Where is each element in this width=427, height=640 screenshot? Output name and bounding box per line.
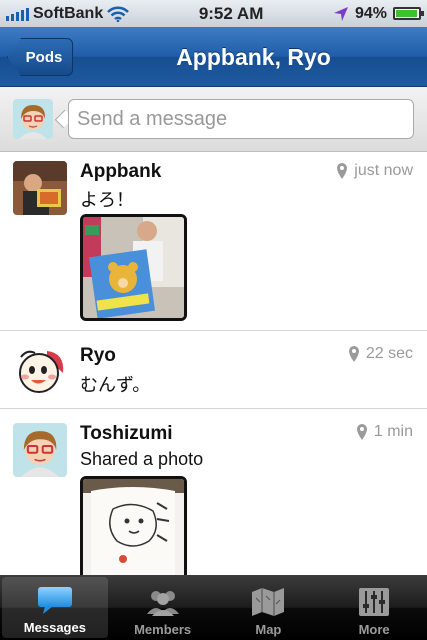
- list-item[interactable]: Appbank よろ！ just now: [0, 152, 427, 331]
- back-button[interactable]: Pods: [7, 38, 73, 76]
- map-icon: [252, 588, 285, 616]
- tab-map[interactable]: Map: [216, 575, 322, 640]
- post-text: よろ！: [80, 190, 134, 210]
- post-time-label: 22 sec: [365, 345, 413, 362]
- cartoon-avatar-icon: [13, 99, 53, 139]
- back-button-label: Pods: [25, 48, 63, 66]
- tab-members[interactable]: Members: [110, 575, 216, 640]
- post-author[interactable]: Ryo: [80, 345, 116, 367]
- signal-icon: [6, 7, 29, 21]
- post-text: Shared a photo: [80, 449, 204, 469]
- post-time: just now: [336, 162, 413, 180]
- sliders-icon: [359, 588, 390, 616]
- user-photo-icon: [13, 161, 67, 215]
- status-left: SoftBank: [6, 4, 130, 23]
- message-input[interactable]: Send a message: [68, 99, 414, 139]
- cartoon-avatar-icon: [13, 423, 67, 477]
- message-feed[interactable]: Appbank よろ！ just now Ryo むんず。 22 sec Tos…: [0, 152, 427, 575]
- status-right: 94%: [333, 4, 424, 23]
- post-photo[interactable]: [80, 214, 187, 321]
- post-time: 22 sec: [348, 345, 413, 363]
- avatar: [13, 423, 67, 477]
- battery-fill: [395, 10, 417, 17]
- wifi-icon: [107, 6, 130, 22]
- tab-label: More: [358, 622, 390, 637]
- avatar: [13, 99, 53, 139]
- list-item[interactable]: Ryo むんず。 22 sec: [0, 331, 427, 409]
- battery-percent: 94%: [354, 4, 387, 22]
- status-bar: SoftBank 9:52 AM 94%: [0, 0, 427, 27]
- message-placeholder: Send a message: [77, 107, 228, 130]
- nav-bar: Pods Appbank, Ryo: [0, 27, 427, 87]
- post-time-label: 1 min: [373, 423, 413, 440]
- location-pin-icon: [348, 346, 359, 362]
- carrier-label: SoftBank: [33, 4, 104, 22]
- tab-messages[interactable]: Messages: [2, 577, 108, 638]
- photo-thumbnail-icon: [83, 217, 184, 318]
- post-author[interactable]: Appbank: [80, 161, 161, 183]
- compose-bar: Send a message: [0, 87, 427, 152]
- page-title: Appbank, Ryo: [176, 43, 331, 70]
- post-text: むんず。: [80, 375, 151, 395]
- list-item[interactable]: Toshizumi Shared a photo 1 min: [0, 409, 427, 575]
- battery-icon: [392, 7, 424, 20]
- cartoon-character-icon: [13, 343, 67, 397]
- location-pin-icon: [356, 424, 367, 440]
- speech-bubble-icon: [37, 587, 72, 614]
- tab-label: Map: [255, 622, 282, 637]
- tab-bar: Messages Members Map More: [0, 575, 427, 640]
- people-icon: [146, 591, 179, 616]
- post-time: 1 min: [356, 423, 413, 441]
- location-arrow-icon: [333, 6, 348, 21]
- post-photo[interactable]: [80, 476, 187, 575]
- tab-more[interactable]: More: [321, 575, 427, 640]
- location-pin-icon: [337, 163, 348, 179]
- photo-thumbnail-icon: [83, 479, 184, 575]
- post-time-label: just now: [354, 162, 413, 179]
- status-time: 9:52 AM: [198, 3, 264, 23]
- avatar: [13, 161, 67, 215]
- tab-label: Members: [134, 622, 192, 637]
- avatar: [13, 343, 67, 397]
- tab-label: Messages: [23, 620, 86, 635]
- post-author[interactable]: Toshizumi: [80, 423, 173, 445]
